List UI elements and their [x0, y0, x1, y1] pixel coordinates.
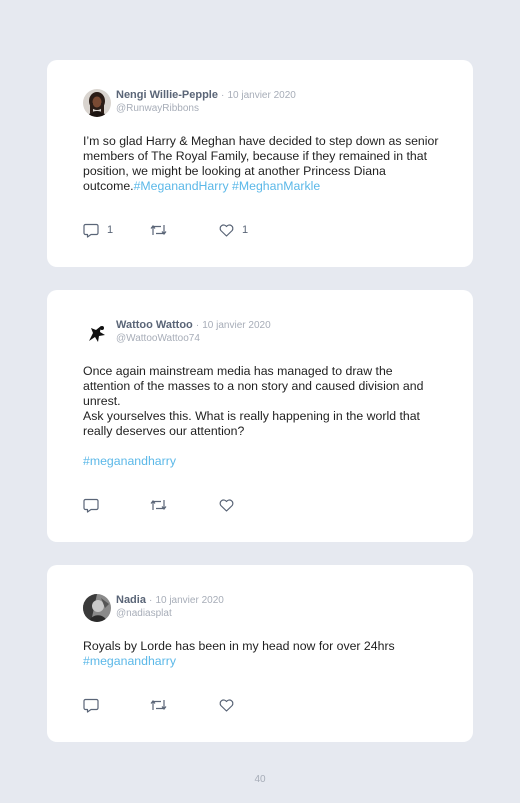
like-count: 1: [242, 224, 249, 236]
avatar[interactable]: [83, 594, 111, 622]
tweet-meta: Nengi Willie-Pepple · 10 janvier 2020 @R…: [116, 89, 296, 115]
tweet-actions: 1 1: [83, 222, 283, 238]
page-number: 40: [254, 774, 266, 785]
tweet-text: Once again mainstream media has managed …: [83, 364, 443, 439]
reply-button[interactable]: [83, 697, 99, 713]
tweet-header: Wattoo Wattoo · 10 janvier 2020 @WattooW…: [83, 319, 271, 347]
tweet-header: Nadia · 10 janvier 2020 @nadiasplat: [83, 594, 224, 622]
tweet-meta: Wattoo Wattoo · 10 janvier 2020 @WattooW…: [116, 319, 271, 345]
tweet-header: Nengi Willie-Pepple · 10 janvier 2020 @R…: [83, 89, 296, 117]
retweet-icon: [150, 223, 167, 237]
heart-icon: [219, 223, 234, 237]
reply-button[interactable]: [83, 497, 99, 513]
reply-icon: [83, 498, 99, 513]
separator: ·: [195, 320, 200, 331]
tweet-text-content: Once again mainstream media has managed …: [83, 364, 424, 438]
tweet-text: Royals by Lorde has been in my head now …: [83, 639, 443, 669]
reply-icon: [83, 698, 99, 713]
author-name[interactable]: Wattoo Wattoo: [116, 319, 193, 331]
tweet-card: Nengi Willie-Pepple · 10 janvier 2020 @R…: [47, 60, 473, 267]
tweet-text-content: Royals by Lorde has been in my head now …: [83, 639, 395, 653]
retweet-button[interactable]: [150, 497, 167, 513]
reply-count: 1: [107, 224, 114, 236]
retweet-icon: [150, 498, 167, 512]
hashtag-link[interactable]: #meganandharry: [83, 654, 176, 668]
tweet-actions: [83, 497, 283, 513]
retweet-icon: [150, 698, 167, 712]
author-handle[interactable]: @nadiasplat: [116, 607, 224, 620]
separator: ·: [221, 90, 225, 101]
author-name[interactable]: Nengi Willie-Pepple: [116, 89, 218, 101]
tweet-date[interactable]: 10 janvier 2020: [227, 90, 295, 101]
tweet-card: Wattoo Wattoo · 10 janvier 2020 @WattooW…: [47, 290, 473, 542]
avatar[interactable]: [83, 319, 111, 347]
avatar[interactable]: [83, 89, 111, 117]
tweet-date[interactable]: 10 janvier 2020: [202, 320, 270, 331]
heart-icon: [219, 498, 234, 512]
tweet-hashtags: #meganandharry: [83, 454, 443, 469]
reply-button[interactable]: 1: [83, 222, 113, 238]
reply-icon: [83, 223, 99, 238]
hashtag-link[interactable]: #meganandharry: [83, 454, 176, 468]
hashtag-link[interactable]: #MeganandHarry #MeghanMarkle: [134, 179, 321, 193]
author-handle[interactable]: @RunwayRibbons: [116, 102, 296, 115]
like-button[interactable]: [219, 497, 234, 513]
retweet-button[interactable]: [150, 697, 167, 713]
author-handle[interactable]: @WattooWattoo74: [116, 332, 271, 345]
heart-icon: [219, 698, 234, 712]
tweet-text: I’m so glad Harry & Meghan have decided …: [83, 134, 443, 194]
author-name[interactable]: Nadia: [116, 594, 146, 606]
like-button[interactable]: 1: [219, 222, 248, 238]
tweet-actions: [83, 697, 283, 713]
tweet-card: Nadia · 10 janvier 2020 @nadiasplat Roya…: [47, 565, 473, 742]
retweet-button[interactable]: [150, 222, 167, 238]
like-button[interactable]: [219, 697, 234, 713]
separator: ·: [149, 595, 153, 606]
tweet-meta: Nadia · 10 janvier 2020 @nadiasplat: [116, 594, 224, 620]
tweet-date[interactable]: 10 janvier 2020: [155, 595, 223, 606]
